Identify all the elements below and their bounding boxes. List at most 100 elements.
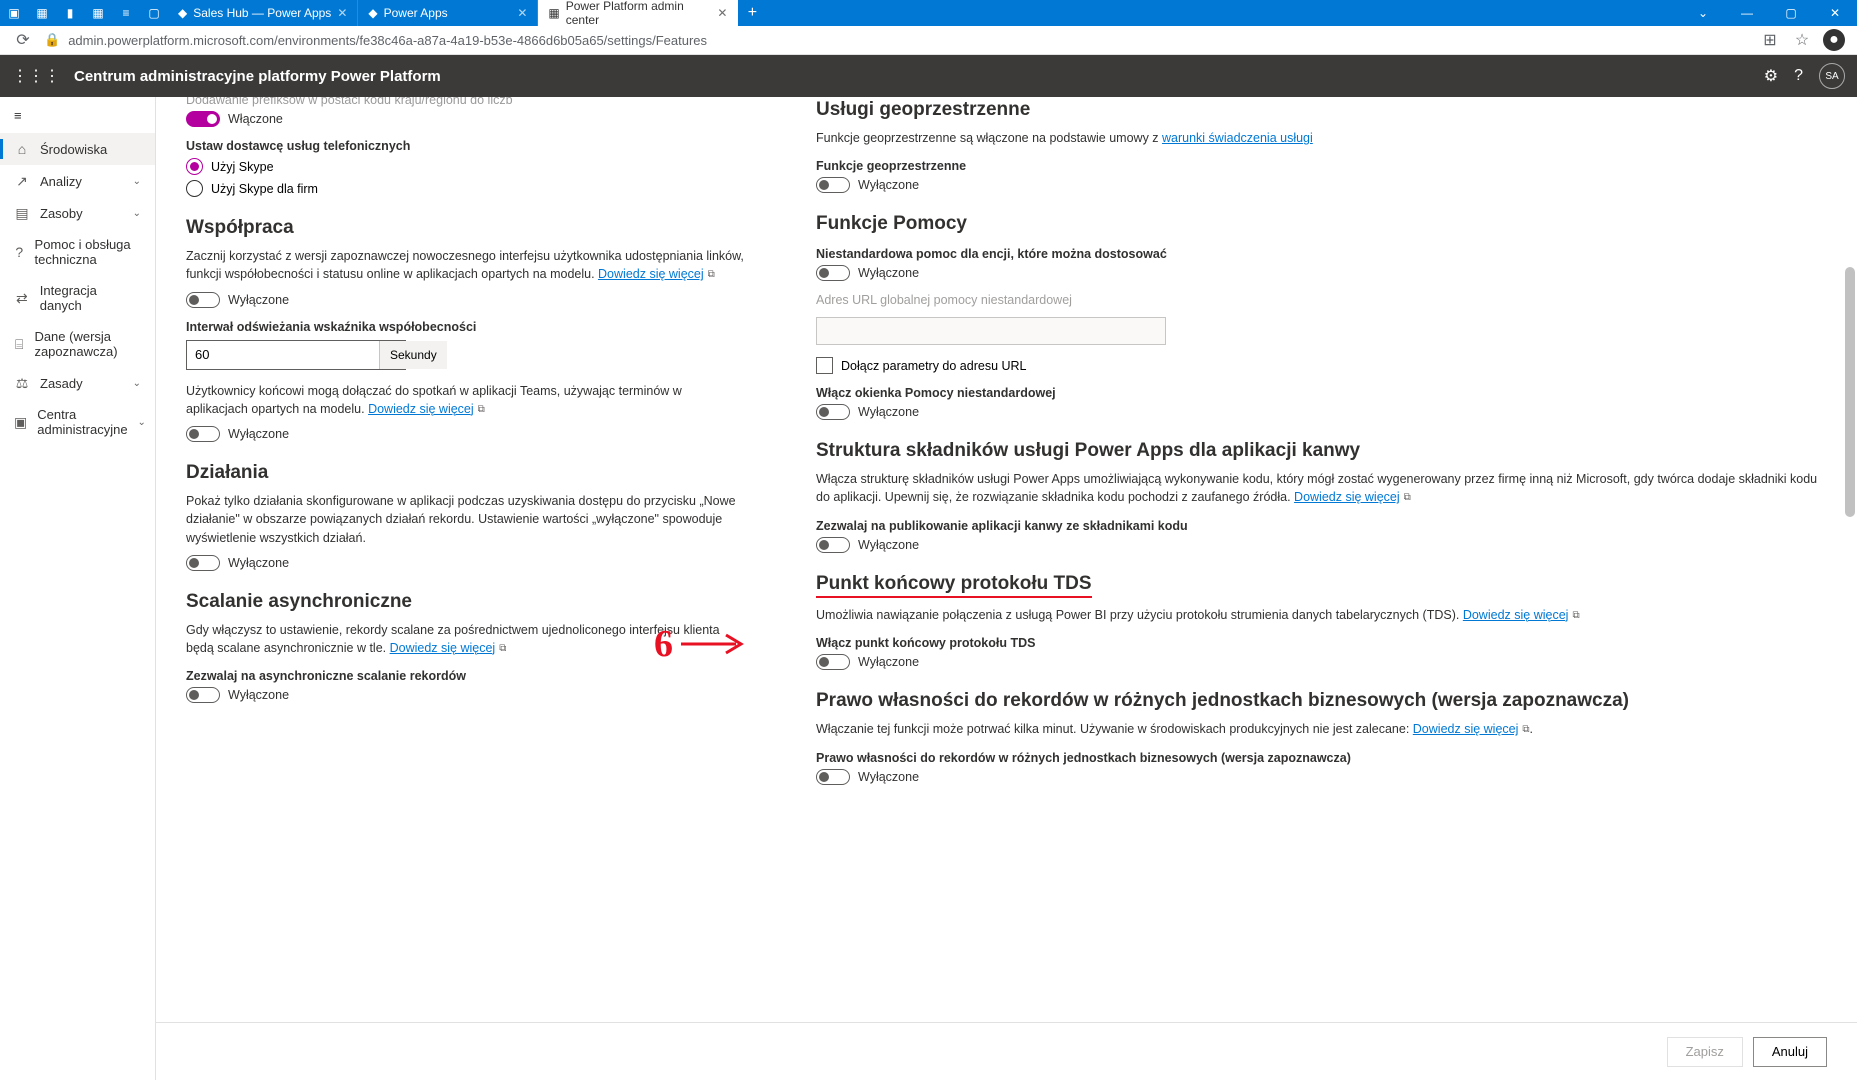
scrollbar-thumb[interactable]	[1845, 267, 1855, 517]
avatar[interactable]: SA	[1819, 63, 1845, 89]
sync-icon: ⇄	[14, 290, 30, 306]
database-icon: ⌸	[14, 336, 24, 352]
star-icon[interactable]: ☆	[1791, 29, 1813, 51]
taskbar-app[interactable]: ≡	[112, 0, 140, 26]
help-heading: Funkcje Pomocy	[816, 213, 1827, 235]
chart-icon: ↗	[14, 173, 30, 189]
tds-heading: Punkt końcowy protokołu TDS	[816, 573, 1827, 598]
taskbar-app[interactable]: ▢	[140, 0, 168, 26]
learn-more-link[interactable]: Dowiedz się więcej	[390, 641, 496, 655]
prefix-toggle[interactable]: Włączone	[186, 111, 746, 127]
window-minimize[interactable]: —	[1725, 0, 1769, 26]
shield-icon: ⚖	[14, 375, 30, 391]
help-custom-label: Niestandardowa pomoc dla encji, które mo…	[816, 247, 1827, 261]
geo-label: Funkcje geoprzestrzenne	[816, 159, 1827, 173]
tds-toggle[interactable]: Wyłączone	[816, 654, 1827, 670]
pcf-desc: Włącza strukturę składników usługi Power…	[816, 470, 1827, 507]
ownership-heading: Prawo własności do rekordów w różnych je…	[816, 690, 1827, 712]
async-label: Zezwalaj na asynchroniczne scalanie reko…	[186, 669, 746, 683]
footer: Zapisz Anuluj	[156, 1022, 1857, 1080]
taskbar-app[interactable]: ▣	[0, 0, 28, 26]
help-icon[interactable]: ?	[1794, 67, 1803, 85]
new-tab-button[interactable]: +	[738, 4, 766, 22]
pcf-heading: Struktura składników usługi Power Apps d…	[816, 440, 1827, 462]
learn-more-link[interactable]: Dowiedz się więcej	[598, 267, 704, 281]
taskbar-app[interactable]: ▮	[56, 0, 84, 26]
taskbar-app[interactable]: ▦	[28, 0, 56, 26]
truncated-heading: Dodawanie prefiksów w postaci kodu kraju…	[186, 97, 746, 107]
install-icon[interactable]: ⊞	[1759, 29, 1781, 51]
chevron-down-icon: ⌄	[138, 417, 146, 428]
app-title: Centrum administracyjne platformy Power …	[74, 68, 441, 85]
geo-toggle[interactable]: Wyłączone	[816, 177, 1827, 193]
sidebar-item-data[interactable]: ⌸Dane (wersja zapoznawcza)	[0, 321, 155, 367]
interval-input[interactable]: Sekundy	[186, 340, 406, 370]
collab-toggle[interactable]: Wyłączone	[186, 292, 746, 308]
help-params-checkbox[interactable]: Dołącz parametry do adresu URL	[816, 357, 1827, 374]
waffle-icon[interactable]: ⋮⋮⋮	[12, 66, 60, 86]
reload-icon[interactable]: ⟳	[12, 29, 34, 51]
telephony-label: Ustaw dostawcę usług telefonicznych	[186, 139, 746, 153]
sidebar-item-support[interactable]: ?Pomoc i obsługa techniczna	[0, 229, 155, 275]
window-maximize[interactable]: ▢	[1769, 0, 1813, 26]
sidebar-item-integration[interactable]: ⇄Integracja danych	[0, 275, 155, 321]
interval-label: Interwał odświeżania wskaźnika współobec…	[186, 320, 746, 334]
ownership-toggle[interactable]: Wyłączone	[816, 769, 1827, 785]
grid-icon: ▣	[14, 414, 27, 430]
help-url-input[interactable]	[816, 317, 1166, 345]
teams-toggle[interactable]: Wyłączone	[186, 426, 746, 442]
learn-more-link[interactable]: Dowiedz się więcej	[1294, 490, 1400, 504]
help-custom-toggle[interactable]: Wyłączone	[816, 265, 1827, 281]
chevron-down-icon: ⌄	[133, 378, 141, 389]
radio-skype-business[interactable]: Użyj Skype dla firm	[186, 180, 746, 197]
chevron-down-icon: ⌄	[133, 176, 141, 187]
right-column: Usługi geoprzestrzenne Funkcje geoprzest…	[816, 97, 1827, 875]
main-content: Dodawanie prefiksów w postaci kodu kraju…	[156, 97, 1857, 1080]
help-pane-toggle[interactable]: Wyłączone	[816, 404, 1827, 420]
sidebar-item-resources[interactable]: ▤Zasoby⌄	[0, 197, 155, 229]
taskbar-app[interactable]: ▦	[84, 0, 112, 26]
terms-link[interactable]: warunki świadczenia usługi	[1162, 131, 1313, 145]
window-dropdown[interactable]: ⌄	[1681, 0, 1725, 26]
browser-tab[interactable]: ◆Sales Hub — Power Apps✕	[168, 0, 358, 26]
ownership-desc: Włączanie tej funkcji może potrwać kilka…	[816, 720, 1827, 739]
sidebar: ≡ ⌂Środowiska ↗Analizy⌄ ▤Zasoby⌄ ?Pomoc …	[0, 97, 156, 1080]
collab-heading: Współpraca	[186, 217, 746, 239]
tds-desc: Umożliwia nawiązanie połączenia z usługą…	[816, 606, 1827, 625]
close-tab-icon[interactable]: ✕	[517, 6, 527, 20]
sidebar-item-analytics[interactable]: ↗Analizy⌄	[0, 165, 155, 197]
sidebar-toggle[interactable]: ≡	[0, 97, 155, 133]
geo-heading: Usługi geoprzestrzenne	[816, 99, 1827, 121]
profile-icon[interactable]: ●	[1823, 29, 1845, 51]
radio-skype[interactable]: Użyj Skype	[186, 158, 746, 175]
sidebar-item-policies[interactable]: ⚖Zasady⌄	[0, 367, 155, 399]
actions-toggle[interactable]: Wyłączone	[186, 555, 746, 571]
learn-more-link[interactable]: Dowiedz się więcej	[368, 402, 474, 416]
app-header: ⋮⋮⋮ Centrum administracyjne platformy Po…	[0, 55, 1857, 97]
close-tab-icon[interactable]: ✕	[717, 6, 727, 20]
learn-more-link[interactable]: Dowiedz się więcej	[1413, 722, 1519, 736]
save-button: Zapisz	[1667, 1037, 1743, 1067]
external-icon: ⧉	[1572, 609, 1579, 624]
sidebar-item-admin-centers[interactable]: ▣Centra administracyjne⌄	[0, 399, 155, 445]
external-icon: ⧉	[1522, 723, 1529, 738]
cancel-button[interactable]: Anuluj	[1753, 1037, 1827, 1067]
browser-tab[interactable]: ◆Power Apps✕	[358, 0, 538, 26]
async-toggle[interactable]: Wyłączone	[186, 687, 746, 703]
windows-taskbar: ▣ ▦ ▮ ▦ ≡ ▢ ◆Sales Hub — Power Apps✕ ◆Po…	[0, 0, 1857, 26]
async-desc: Gdy włączysz to ustawienie, rekordy scal…	[186, 621, 746, 658]
close-tab-icon[interactable]: ✕	[337, 6, 347, 20]
gear-icon[interactable]: ⚙	[1764, 66, 1778, 86]
external-icon: ⧉	[478, 403, 485, 418]
browser-tab-active[interactable]: ▦Power Platform admin center✕	[538, 0, 738, 26]
window-close[interactable]: ✕	[1813, 0, 1857, 26]
stack-icon: ▤	[14, 205, 30, 221]
learn-more-link[interactable]: Dowiedz się więcej	[1463, 608, 1569, 622]
help-pane-label: Włącz okienka Pomocy niestandardowej	[816, 386, 1827, 400]
browser-tabs: ◆Sales Hub — Power Apps✕ ◆Power Apps✕ ▦P…	[168, 0, 1681, 26]
sidebar-item-environments[interactable]: ⌂Środowiska	[0, 133, 155, 165]
url-field[interactable]: 🔒 admin.powerplatform.microsoft.com/envi…	[44, 32, 1749, 48]
pcf-toggle[interactable]: Wyłączone	[816, 537, 1827, 553]
actions-heading: Działania	[186, 462, 746, 484]
collab-desc: Zacznij korzystać z wersji zapoznawczej …	[186, 247, 746, 284]
